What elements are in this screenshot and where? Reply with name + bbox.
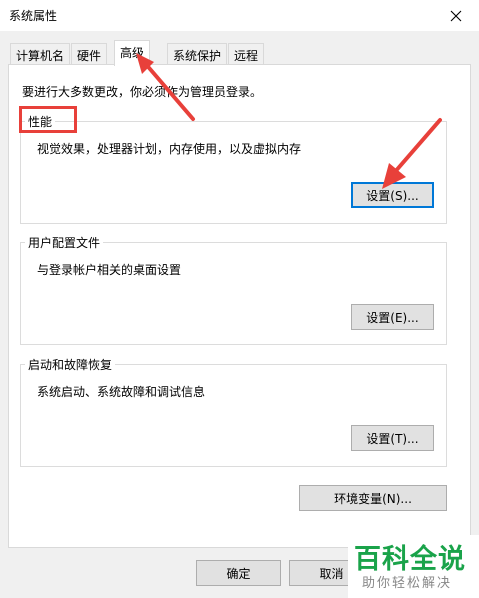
title-bar: 系统属性	[0, 0, 479, 31]
startup-recovery-description: 系统启动、系统故障和调试信息	[37, 385, 206, 399]
user-profiles-settings-button[interactable]: 设置(E)...	[351, 304, 434, 330]
startup-recovery-title: 启动和故障恢复	[25, 356, 116, 373]
startup-recovery-settings-button[interactable]: 设置(T)...	[351, 425, 434, 451]
watermark-name: 百科全说	[354, 544, 466, 575]
admin-note: 要进行大多数更改，你必须作为管理员登录。	[22, 85, 263, 99]
tab-advanced[interactable]: 高级	[114, 40, 151, 66]
startup-recovery-group: 启动和故障恢复 系统启动、系统故障和调试信息	[20, 356, 447, 467]
watermark-logo: 百科全说 助你轻松解决	[348, 535, 479, 598]
performance-description: 视觉效果，处理器计划，内存使用，以及虚拟内存	[37, 142, 302, 156]
performance-settings-button[interactable]: 设置(S)...	[351, 182, 434, 208]
tab-hardware[interactable]: 硬件	[71, 43, 108, 64]
tab-remote[interactable]: 远程	[228, 43, 265, 64]
tab-computer-name[interactable]: 计算机名	[10, 43, 71, 64]
close-button[interactable]	[433, 0, 479, 31]
watermark-slogan: 助你轻松解决	[362, 576, 453, 591]
performance-group: 性能 视觉效果，处理器计划，内存使用，以及虚拟内存	[20, 113, 447, 224]
user-profiles-description: 与登录帐户相关的桌面设置	[37, 263, 182, 277]
annotation-highlight-box	[19, 106, 77, 133]
ok-button[interactable]: 确定	[196, 560, 281, 586]
environment-variables-button[interactable]: 环境变量(N)...	[299, 485, 447, 511]
tab-system-protection[interactable]: 系统保护	[167, 43, 228, 64]
close-icon	[450, 10, 462, 21]
window-title: 系统属性	[9, 9, 58, 23]
user-profiles-title: 用户配置文件	[25, 234, 104, 251]
